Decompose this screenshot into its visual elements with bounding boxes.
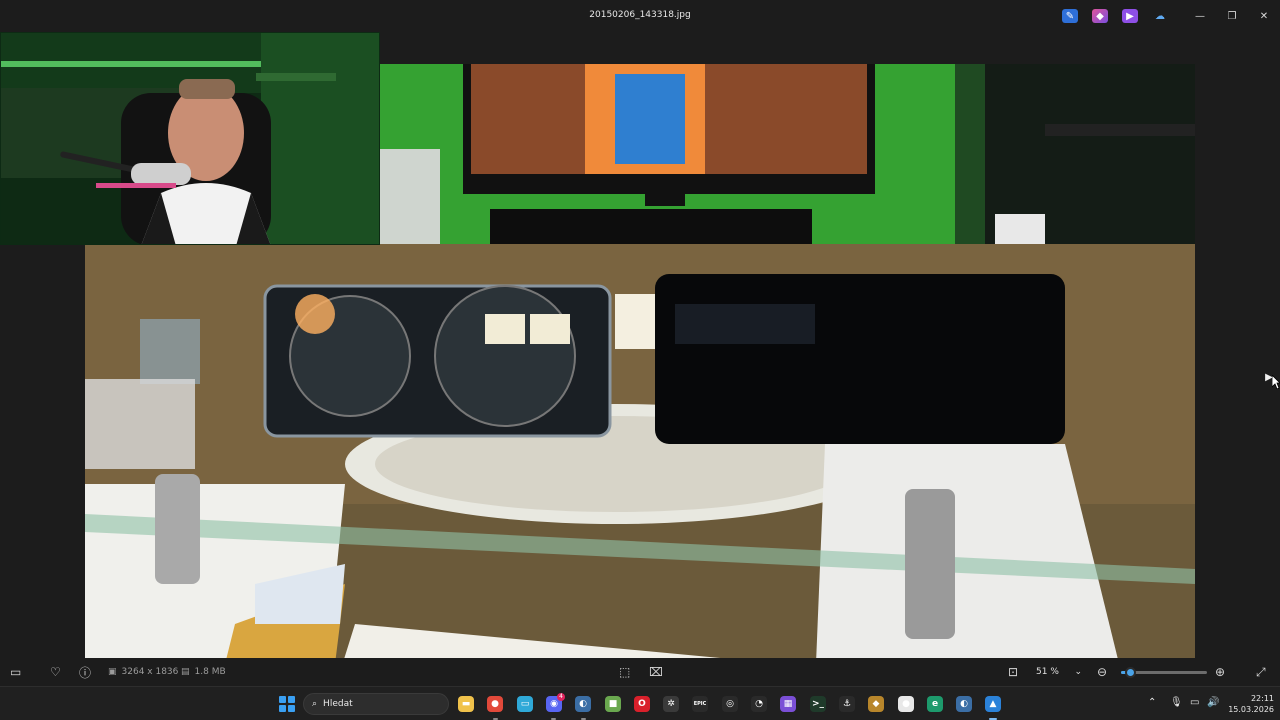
zoom-in-icon: ⊕ (1215, 665, 1226, 679)
title-bar: 20150206_143318.jpg ✎ ◆ ▶ ☁ — ❐ ✕ (0, 0, 1280, 32)
taskbar-search[interactable]: ⌕ Hledat (303, 693, 449, 715)
scan-text-icon: ⌧ (649, 665, 663, 679)
info-icon: ⓘ (79, 665, 92, 680)
file-size-icon: ▤ (181, 667, 190, 677)
taskbar: ⌕ Hledat ▬ ● ▭ ◉ 4 ◐ ■ O ✲ EPIC ◎ ◔ ▦ >_ ⚓ ◆ ● e ◐ ▲ ⌃ 🎙 ▭ … (0, 686, 1280, 720)
steam-2-icon[interactable]: ◐ (956, 696, 972, 712)
microphone-icon[interactable]: 🎙 (1170, 697, 1183, 708)
webcam-feed (1, 33, 379, 244)
file-size-text: 1.8 MB (194, 667, 226, 677)
file-explorer-icon[interactable]: ▬ (458, 696, 474, 712)
chatgpt-icon[interactable]: ✲ (663, 696, 679, 712)
windows-logo-icon (279, 696, 286, 703)
info-button[interactable]: ⓘ (79, 664, 91, 680)
volume-icon[interactable]: 🔊 (1207, 697, 1219, 708)
edit-icon[interactable]: ✎ (1062, 9, 1078, 23)
epic-games-icon[interactable]: EPIC (692, 696, 708, 712)
fit-to-window-button[interactable]: ⊡ (1008, 664, 1018, 680)
game-app-icon[interactable]: ◆ (868, 696, 884, 712)
cloud-icon[interactable]: ☁ (1152, 9, 1168, 23)
title-actions: ✎ ◆ ▶ ☁ (1062, 9, 1168, 23)
zoom-dropdown[interactable]: 51 % ⌄ (1031, 662, 1087, 682)
search-icon: ⌕ (312, 699, 318, 709)
dimensions-text: 3264 x 1836 (121, 667, 179, 677)
terminal-icon[interactable]: >_ (810, 696, 826, 712)
chevron-down-icon: ⌄ (1074, 667, 1082, 677)
network-icon[interactable]: ▭ (1190, 697, 1199, 708)
zoom-slider[interactable] (1121, 667, 1207, 678)
circle-app-icon[interactable]: ● (898, 696, 914, 712)
scan-text-button[interactable]: ⌧ (649, 664, 663, 680)
maximize-icon[interactable]: ❐ (1216, 0, 1248, 32)
zoom-out-icon: ⊖ (1097, 665, 1108, 679)
filmstrip-button[interactable]: ▭ (10, 664, 21, 680)
file-size: ▤ 1.8 MB (181, 664, 226, 680)
zoom-out-button[interactable]: ⊖ (1097, 664, 1107, 680)
clock-time: 22:11 (1250, 694, 1274, 703)
clock[interactable]: 22:11 15.03.2026 (1222, 693, 1274, 715)
crop-icon: ⬚ (619, 665, 631, 679)
image-stage: ▶ (0, 32, 1280, 688)
video-editor-icon[interactable]: ▶ (1122, 9, 1138, 23)
start-button[interactable] (279, 696, 295, 712)
crop-button[interactable]: ⬚ (619, 664, 630, 680)
photos-icon[interactable]: ▲ (985, 696, 1001, 712)
search-placeholder: Hledat (323, 699, 353, 709)
dimensions-icon: ▣ (108, 667, 117, 677)
zoom-value: 51 % (1036, 667, 1059, 677)
heart-icon: ♡ (50, 665, 61, 679)
recorder-icon[interactable]: ◔ (751, 696, 767, 712)
grid-app-icon[interactable]: ▦ (780, 696, 796, 712)
fullscreen-button[interactable]: ⤢ (1256, 664, 1266, 680)
expand-icon: ⤢ (1256, 664, 1266, 679)
filmstrip-icon: ▭ (10, 665, 22, 679)
minecraft-icon[interactable]: ■ (605, 696, 621, 712)
edge-icon[interactable]: e (927, 696, 943, 712)
chevron-up-icon[interactable]: ⌃ (1148, 697, 1156, 708)
display-icon[interactable]: ▭ (517, 696, 533, 712)
obs-icon[interactable]: ◎ (722, 696, 738, 712)
opera-icon[interactable]: O (634, 696, 650, 712)
minimize-icon[interactable]: — (1184, 0, 1216, 32)
viewer-toolbar: ▭ ♡ ⓘ ▣ 3264 x 1836 ▤ 1.8 MB ⬚ ⌧ ⊡ 51 % … (0, 658, 1280, 686)
favorite-button[interactable]: ♡ (50, 664, 61, 680)
mouse-cursor-icon (1272, 375, 1280, 389)
chrome-icon[interactable]: ● (487, 696, 503, 712)
webcam-overlay (0, 32, 380, 245)
zoom-slider-thumb[interactable] (1124, 667, 1136, 678)
clock-date: 15.03.2026 (1228, 705, 1274, 714)
steam-icon[interactable]: ◐ (575, 696, 591, 712)
discord-badge: 4 (557, 693, 565, 701)
fit-screen-icon: ⊡ (1008, 665, 1019, 679)
copilot-icon[interactable]: ◆ (1092, 9, 1108, 23)
anchor-app-icon[interactable]: ⚓ (839, 696, 855, 712)
close-icon[interactable]: ✕ (1248, 0, 1280, 32)
image-dimensions: ▣ 3264 x 1836 (108, 664, 178, 680)
zoom-in-button[interactable]: ⊕ (1215, 664, 1225, 680)
